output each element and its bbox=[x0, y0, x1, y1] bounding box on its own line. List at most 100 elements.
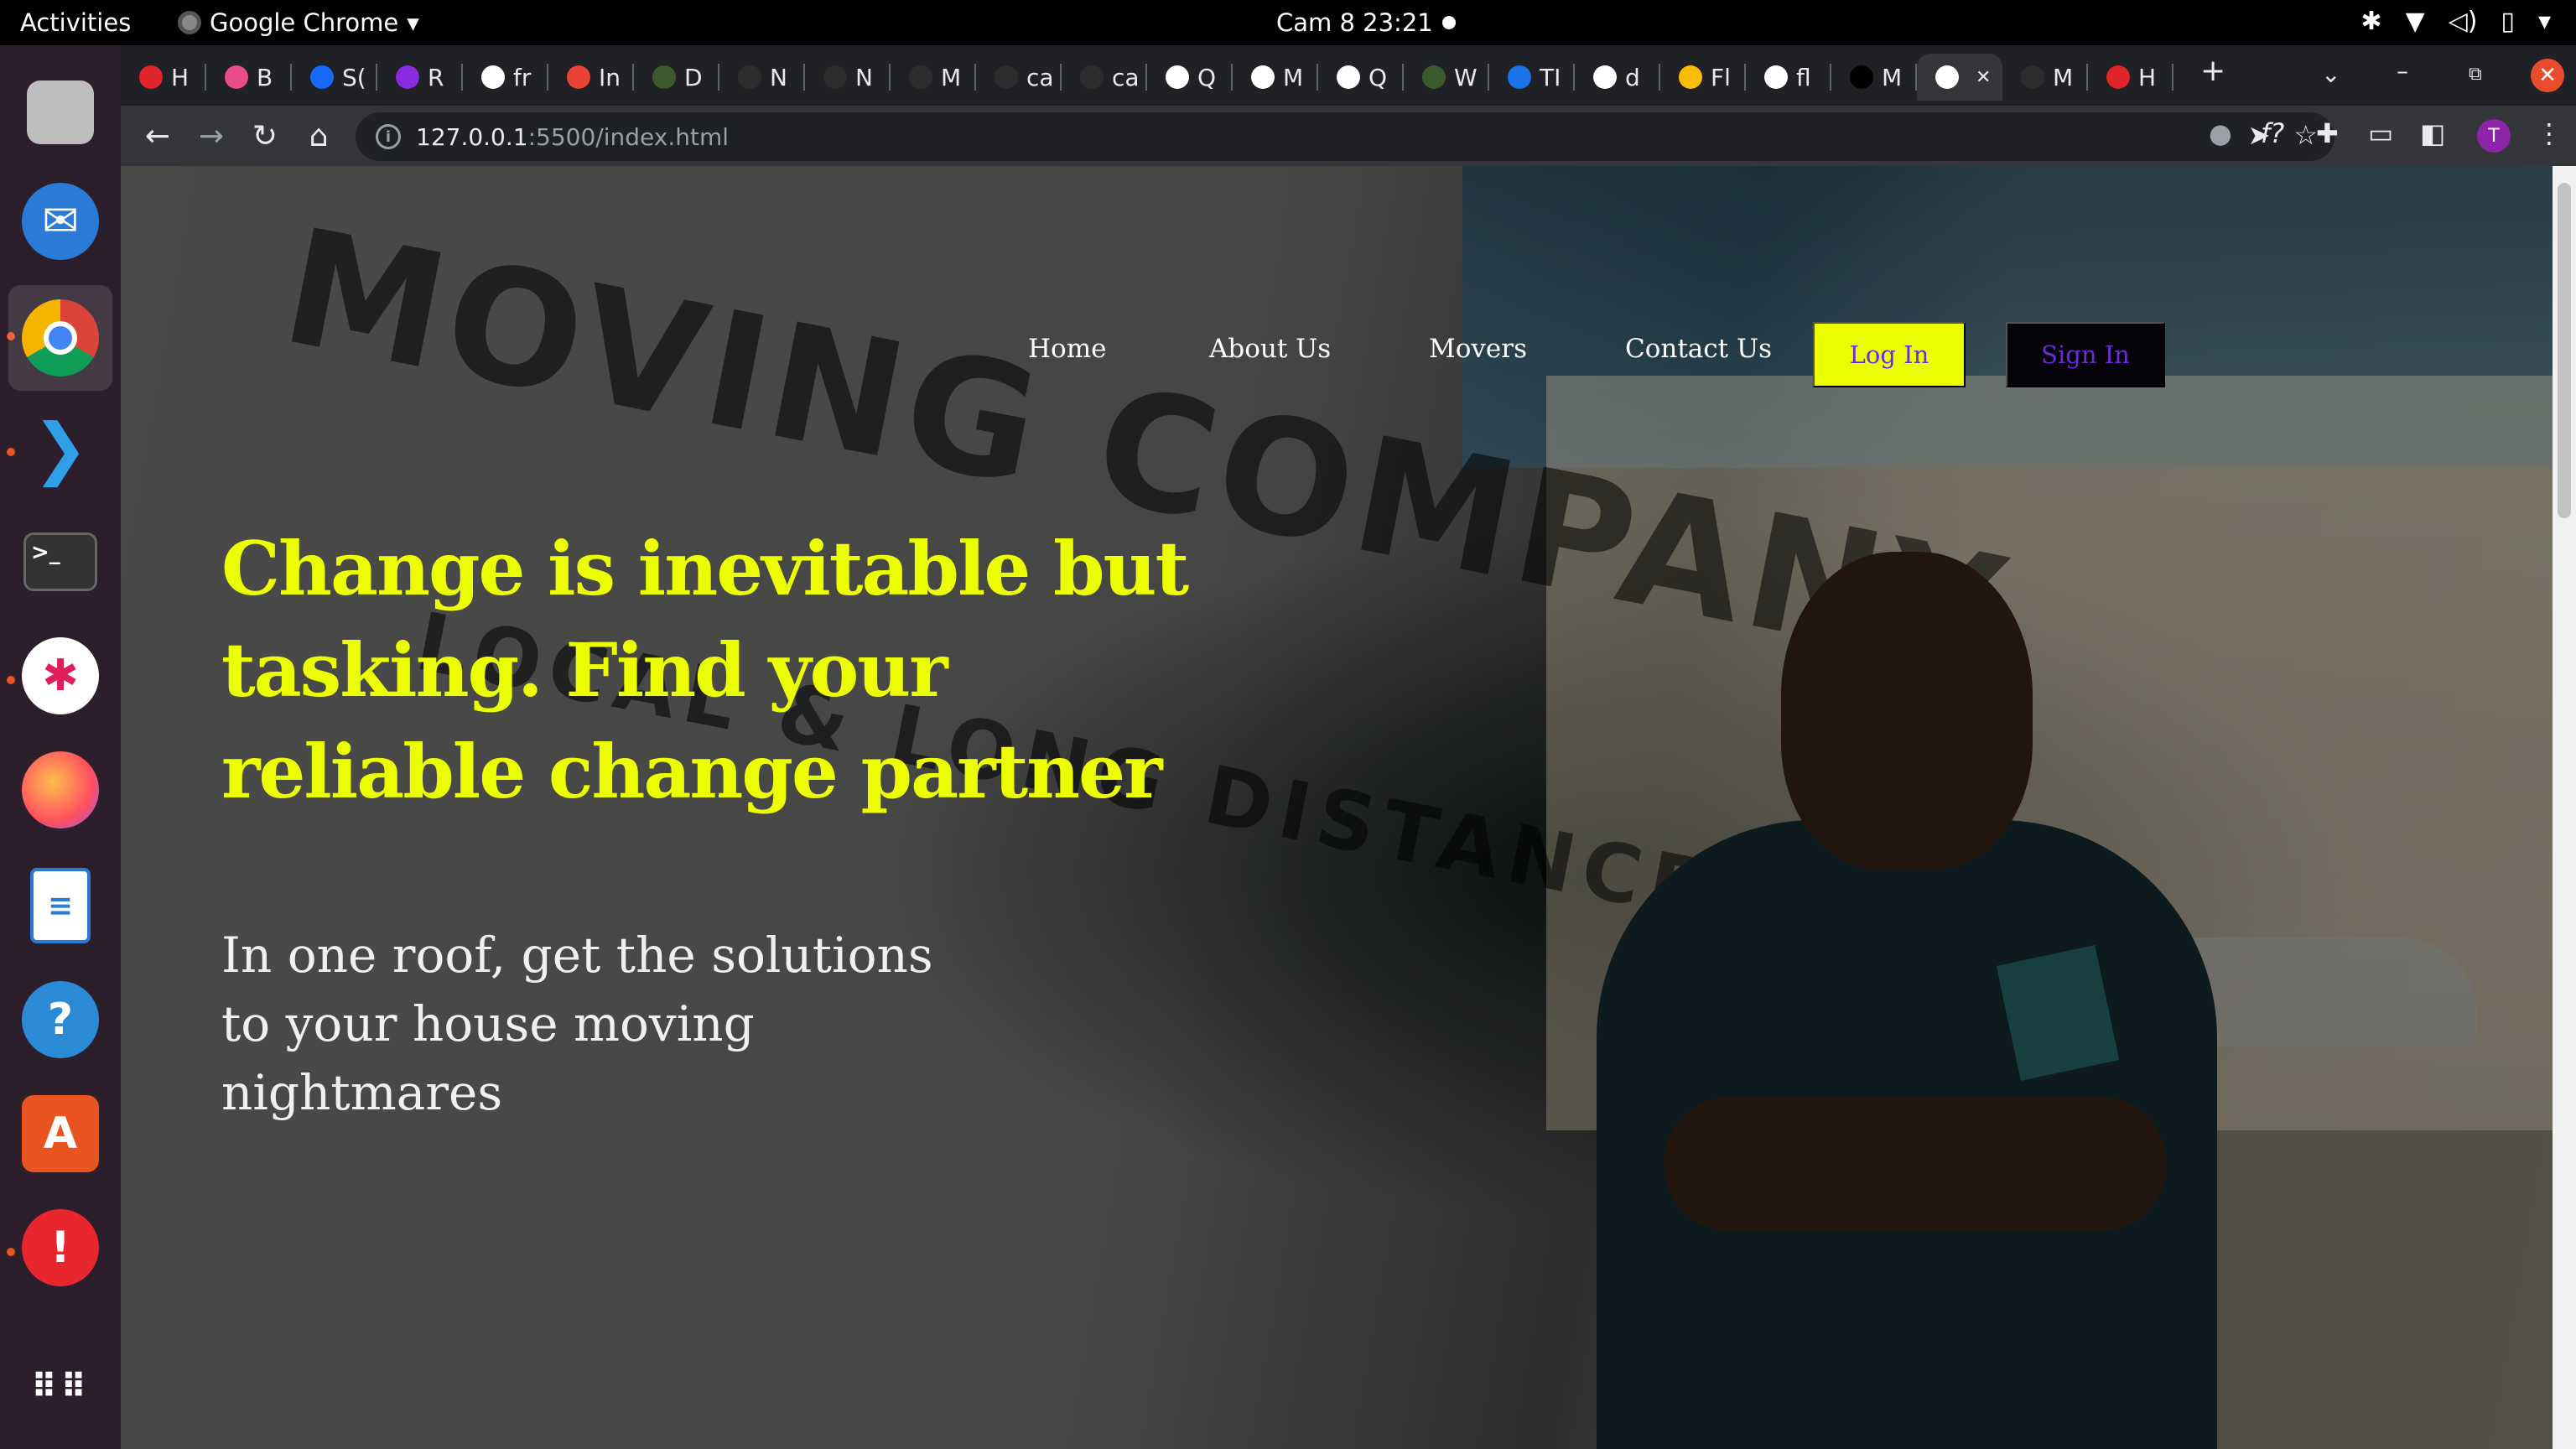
page-scrollbar[interactable] bbox=[2553, 166, 2576, 1449]
browser-tab[interactable]: In bbox=[548, 54, 634, 101]
tab-favicon-icon bbox=[567, 65, 590, 89]
show-apps-button[interactable]: ⠿⠿ bbox=[18, 1345, 102, 1429]
browser-tab[interactable]: D bbox=[634, 54, 719, 101]
dock-files[interactable] bbox=[18, 70, 102, 154]
chevron-down-icon: ▾ bbox=[407, 8, 419, 37]
browser-tab[interactable]: R bbox=[377, 54, 463, 101]
thunderbird-icon: ✉ bbox=[22, 183, 99, 260]
address-bar[interactable]: i 127.0.0.1:5500/index.html ➤ ☆ bbox=[356, 112, 2334, 161]
page-viewport: MOVING COMPANY LOCAL & LONG DISTANCE Hom… bbox=[121, 166, 2553, 1449]
browser-tab[interactable]: H bbox=[2088, 54, 2174, 101]
dock-slack[interactable]: ✱ bbox=[18, 634, 102, 718]
close-tab-icon[interactable]: ✕ bbox=[1976, 67, 1991, 88]
extensions-puzzle-icon[interactable]: ✚ bbox=[2316, 117, 2339, 149]
nav-movers-link[interactable]: Movers bbox=[1429, 334, 1527, 364]
browser-tab[interactable]: N bbox=[719, 54, 805, 101]
alert-icon: ! bbox=[22, 1209, 99, 1286]
side-panel-icon[interactable]: ◧ bbox=[2420, 117, 2445, 149]
profile-avatar[interactable]: T bbox=[2477, 119, 2511, 153]
nav-home-link[interactable]: Home bbox=[1028, 334, 1106, 364]
tab-favicon-icon bbox=[2106, 65, 2130, 89]
tab-current[interactable]: ✕ bbox=[1917, 54, 2002, 101]
browser-tab[interactable]: ca bbox=[976, 54, 1062, 101]
browser-tab[interactable]: fr bbox=[463, 54, 548, 101]
slack-icon: ✱ bbox=[22, 637, 99, 714]
battery-icon[interactable]: ▯ bbox=[2501, 7, 2515, 36]
chrome-icon bbox=[22, 299, 99, 377]
tab-favicon-icon bbox=[1764, 65, 1788, 89]
browser-tab[interactable]: M bbox=[891, 54, 976, 101]
vscode-icon: ❯ bbox=[32, 408, 89, 487]
dock-chrome[interactable] bbox=[8, 285, 112, 391]
browser-tab[interactable]: M bbox=[1831, 54, 1917, 101]
tab-label: In bbox=[599, 63, 621, 91]
browser-tab[interactable]: S( bbox=[292, 54, 377, 101]
browser-tab[interactable]: M bbox=[2002, 54, 2088, 101]
extension-bulb-icon[interactable]: ● bbox=[2209, 117, 2232, 149]
tab-favicon-icon bbox=[1422, 65, 1446, 89]
browser-tab[interactable]: TI bbox=[1489, 54, 1575, 101]
browser-tab[interactable]: Q bbox=[1318, 54, 1404, 101]
browser-tab[interactable]: H bbox=[121, 54, 206, 101]
dock-software[interactable]: A bbox=[18, 1092, 102, 1176]
url-path: :5500/index.html bbox=[527, 122, 730, 151]
browser-tab[interactable]: d bbox=[1575, 54, 1660, 101]
tab-label: ca bbox=[1026, 63, 1054, 91]
tab-favicon-icon bbox=[225, 65, 248, 89]
home-icon[interactable]: ⌂ bbox=[300, 117, 337, 154]
reload-icon[interactable]: ↻ bbox=[247, 117, 283, 154]
dock-terminal[interactable]: >_ bbox=[18, 520, 102, 604]
dock-firefox[interactable] bbox=[18, 748, 102, 832]
dock-updater[interactable]: ! bbox=[18, 1206, 102, 1290]
browser-tab[interactable]: N bbox=[805, 54, 891, 101]
tab-favicon-icon bbox=[909, 65, 932, 89]
browser-tab[interactable]: fl bbox=[1746, 54, 1831, 101]
browser-tab[interactable]: B bbox=[206, 54, 292, 101]
close-window-button[interactable]: ✕ bbox=[2531, 59, 2564, 92]
activities-button[interactable]: Activities bbox=[20, 8, 131, 37]
back-arrow-icon[interactable]: ← bbox=[139, 117, 176, 154]
browser-tab[interactable]: M bbox=[1233, 54, 1318, 101]
restore-button[interactable]: ⧉ bbox=[2469, 64, 2482, 85]
bookmark-star-icon[interactable]: ☆ bbox=[2293, 119, 2318, 151]
terminal-icon: >_ bbox=[23, 532, 97, 591]
browser-tab[interactable]: W bbox=[1404, 54, 1489, 101]
dock-help[interactable]: ? bbox=[18, 978, 102, 1062]
tab-label: H bbox=[171, 63, 190, 91]
volume-icon[interactable]: ◁) bbox=[2449, 7, 2478, 36]
hero-subheadline: In one roof, get the solutions to your h… bbox=[221, 927, 933, 1121]
fonts-extension-icon[interactable]: f? bbox=[2261, 117, 2284, 149]
tab-favicon-icon bbox=[1337, 65, 1360, 89]
nav-contact-link[interactable]: Contact Us bbox=[1625, 334, 1772, 364]
browser-tab[interactable]: Fl bbox=[1660, 54, 1746, 101]
tab-label: fl bbox=[1796, 63, 1811, 91]
app-menu[interactable]: Google Chrome ▾ bbox=[178, 8, 419, 37]
running-indicator bbox=[7, 676, 15, 684]
dock-vscode[interactable]: ❯ bbox=[18, 406, 102, 490]
browser-tab[interactable]: ca bbox=[1062, 54, 1147, 101]
tab-favicon-icon bbox=[310, 65, 334, 89]
slack-tray-icon[interactable]: ✱ bbox=[2360, 7, 2381, 36]
system-clock[interactable]: Cam 8 23:21 bbox=[1276, 8, 1433, 37]
address-url[interactable]: 127.0.0.1:5500/index.html bbox=[416, 123, 729, 151]
site-info-icon[interactable]: i bbox=[376, 124, 401, 149]
new-tab-button[interactable]: + bbox=[2200, 54, 2225, 88]
browser-tab[interactable]: Q bbox=[1147, 54, 1233, 101]
signin-button[interactable]: Sign In bbox=[2006, 322, 2165, 387]
wifi-icon[interactable]: ▼ bbox=[2406, 7, 2425, 36]
more-menu-icon[interactable]: ⋮ bbox=[2536, 117, 2563, 149]
help-icon: ? bbox=[22, 981, 99, 1058]
dock-thunderbird[interactable]: ✉ bbox=[18, 179, 102, 263]
dock-writer[interactable]: ≡ bbox=[18, 864, 102, 948]
scrollbar-thumb[interactable] bbox=[2558, 183, 2571, 518]
cast-icon[interactable]: ▭ bbox=[2368, 117, 2393, 149]
tab-favicon-icon bbox=[1850, 65, 1873, 89]
system-tray[interactable]: ✱ ▼ ◁) ▯ ▾ bbox=[2360, 7, 2551, 36]
system-menu-chevron-icon[interactable]: ▾ bbox=[2538, 7, 2551, 36]
tab-favicon-icon bbox=[481, 65, 505, 89]
minimize-button[interactable]: – bbox=[2397, 57, 2408, 85]
login-button[interactable]: Log In bbox=[1813, 322, 1966, 387]
nav-about-link[interactable]: About Us bbox=[1209, 334, 1331, 364]
forward-arrow-icon[interactable]: → bbox=[193, 117, 230, 154]
tab-search-chevron-icon[interactable]: ⌄ bbox=[2321, 60, 2340, 88]
